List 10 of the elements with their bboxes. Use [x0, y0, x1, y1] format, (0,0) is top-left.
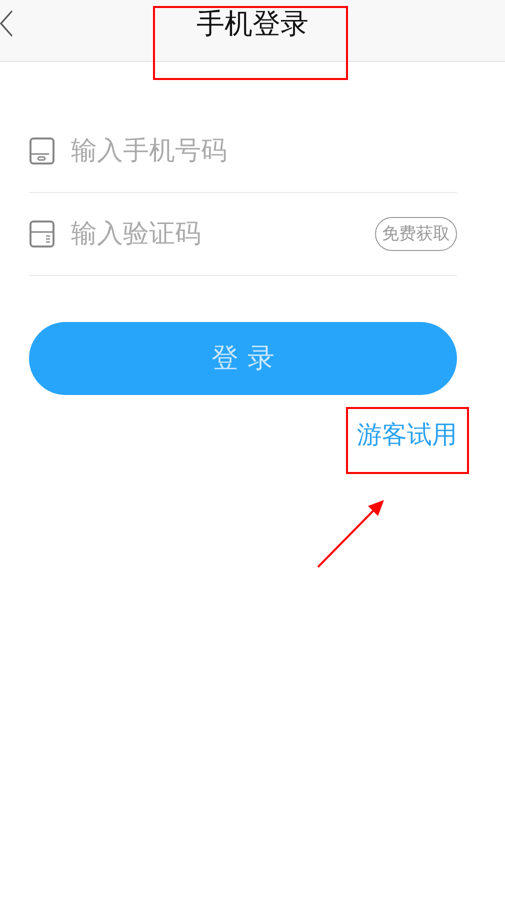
phone-icon — [29, 137, 55, 165]
back-button[interactable] — [0, 10, 13, 37]
window-title: 手机登录 — [196, 6, 308, 42]
sim-card-icon — [29, 220, 55, 248]
input-field[interactable]: 输入手机号码 — [71, 131, 457, 171]
input-field[interactable]: 输入验证码 — [71, 214, 359, 254]
annotation-arrow — [317, 500, 384, 568]
guest-trial-link[interactable]: 游客试用 — [357, 419, 457, 451]
login-button[interactable]: 登 录 — [29, 322, 457, 395]
get-code-button[interactable]: 免费获取 — [375, 217, 457, 251]
